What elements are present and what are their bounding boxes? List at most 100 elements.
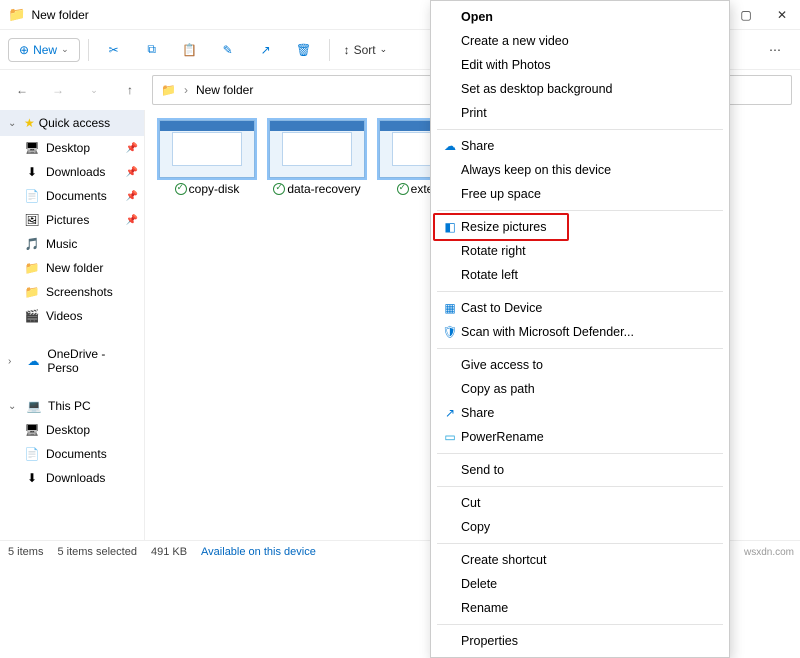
sidebar-item-music[interactable]: 🎵 Music: [0, 232, 144, 256]
sidebar-item-label: Documents: [46, 447, 107, 461]
ctx-edit-photos[interactable]: Edit with Photos: [431, 53, 729, 77]
chevron-down-icon: ⌄: [8, 401, 20, 412]
forward-button[interactable]: →: [44, 76, 72, 104]
sidebar-item-label: Downloads: [46, 471, 105, 485]
ctx-cut[interactable]: Cut: [431, 491, 729, 515]
ctx-copy-path[interactable]: Copy as path: [431, 377, 729, 401]
cloud-icon: ☁: [439, 139, 461, 153]
new-button[interactable]: ⊕ New ⌄: [8, 38, 80, 62]
ctx-rotate-right[interactable]: Rotate right: [431, 239, 729, 263]
ctx-label: Rename: [461, 601, 711, 615]
sync-check-icon: [175, 183, 187, 195]
quick-access-header[interactable]: ⌄ ★ Quick access: [0, 110, 144, 136]
sidebar-item-label: Downloads: [46, 165, 105, 179]
status-size: 491 KB: [151, 546, 187, 558]
sidebar-item-pictures[interactable]: 🖼Pictures📌: [0, 208, 144, 232]
sidebar-item-label: Desktop: [46, 141, 90, 155]
ctx-open[interactable]: Open: [431, 5, 729, 29]
ctx-label: Free up space: [461, 187, 711, 201]
ctx-label: Delete: [461, 577, 711, 591]
ctx-create-video[interactable]: Create a new video: [431, 29, 729, 53]
ctx-resize-pictures[interactable]: ◧ Resize pictures: [431, 215, 729, 239]
ctx-delete[interactable]: Delete: [431, 572, 729, 596]
chevron-down-icon: ⌄: [8, 118, 20, 129]
videos-icon: 🎬: [24, 309, 40, 323]
ctx-properties[interactable]: Properties: [431, 629, 729, 653]
sidebar-item-pc-downloads[interactable]: ⬇ Downloads: [0, 466, 144, 490]
sidebar-item-newfolder[interactable]: 📁New folder: [0, 256, 144, 280]
star-icon: ★: [24, 116, 35, 130]
ctx-label: Cast to Device: [461, 301, 711, 315]
ctx-share-2[interactable]: ↗Share: [431, 401, 729, 425]
sidebar-item-downloads[interactable]: ⬇Downloads📌: [0, 160, 144, 184]
file-preview: [269, 120, 365, 178]
ctx-set-background[interactable]: Set as desktop background: [431, 77, 729, 101]
downloads-icon: ⬇: [24, 471, 40, 485]
file-thumb[interactable]: copy-disk: [157, 120, 257, 196]
watermark: wsxdn.com: [744, 547, 794, 558]
ctx-rotate-left[interactable]: Rotate left: [431, 263, 729, 287]
ctx-copy[interactable]: Copy: [431, 515, 729, 539]
rename-button[interactable]: ✎: [211, 36, 245, 64]
back-button[interactable]: ←: [8, 76, 36, 104]
ctx-cast[interactable]: ▦Cast to Device: [431, 296, 729, 320]
ctx-label: Rotate right: [461, 244, 711, 258]
delete-button[interactable]: 🗑: [287, 36, 321, 64]
recent-button[interactable]: ⌄: [80, 76, 108, 104]
ctx-print[interactable]: Print: [431, 101, 729, 125]
ctx-create-shortcut[interactable]: Create shortcut: [431, 548, 729, 572]
sidebar-item-screenshots[interactable]: 📁 Screenshots: [0, 280, 144, 304]
ctx-scan[interactable]: 🛡Scan with Microsoft Defender...: [431, 320, 729, 344]
ctx-label: Scan with Microsoft Defender...: [461, 325, 711, 339]
up-button[interactable]: ↑: [116, 76, 144, 104]
close-button[interactable]: ✕: [764, 0, 800, 30]
sidebar-item-onedrive[interactable]: ›☁OneDrive - Perso: [0, 342, 144, 380]
ctx-label: PowerRename: [461, 430, 711, 444]
music-icon: 🎵: [24, 237, 40, 251]
file-name: data-recovery: [287, 182, 360, 196]
sidebar-item-label: Screenshots: [46, 285, 113, 299]
chevron-down-icon: ⌄: [380, 44, 388, 55]
sidebar-item-label: Videos: [46, 309, 82, 323]
sidebar-item-label: Music: [46, 237, 77, 251]
pin-icon: 📌: [126, 215, 138, 226]
copy-button[interactable]: ⧉: [135, 36, 169, 64]
ctx-label: Copy: [461, 520, 711, 534]
new-label: New: [33, 43, 57, 57]
share-button[interactable]: ↗: [249, 36, 283, 64]
pc-icon: 💻: [26, 399, 42, 413]
file-preview: [159, 120, 255, 178]
ctx-give-access[interactable]: Give access to: [431, 353, 729, 377]
folder-icon: 📁: [24, 285, 40, 299]
ctx-powerrename[interactable]: ▭PowerRename: [431, 425, 729, 449]
ctx-label: Create shortcut: [461, 553, 711, 567]
cut-button[interactable]: ✂: [97, 36, 131, 64]
paste-button[interactable]: 📋: [173, 36, 207, 64]
ctx-share[interactable]: ☁Share: [431, 134, 729, 158]
sidebar-item-documents[interactable]: 📄Documents📌: [0, 184, 144, 208]
ctx-rename[interactable]: Rename: [431, 596, 729, 620]
documents-icon: 📄: [24, 189, 40, 203]
sidebar-item-pc-documents[interactable]: 📄Documents: [0, 442, 144, 466]
ctx-always-keep[interactable]: Always keep on this device: [431, 158, 729, 182]
maximize-button[interactable]: ▢: [728, 0, 764, 30]
cloud-icon: ☁: [26, 354, 42, 368]
ctx-label: Always keep on this device: [461, 163, 711, 177]
sort-button[interactable]: ↕ Sort ⌄: [338, 43, 394, 57]
sidebar-item-desktop[interactable]: 🖥Desktop📌: [0, 136, 144, 160]
more-button[interactable]: ⋯: [758, 36, 792, 64]
ctx-send-to[interactable]: Send to: [431, 458, 729, 482]
status-selected: 5 items selected: [57, 546, 136, 558]
sidebar-item-label: Pictures: [46, 213, 89, 227]
ctx-label: Create a new video: [461, 34, 711, 48]
sidebar-item-thispc[interactable]: ⌄💻This PC: [0, 394, 144, 418]
file-thumb[interactable]: data-recovery: [267, 120, 367, 196]
chevron-down-icon: ⌄: [61, 44, 69, 55]
desktop-icon: 🖥: [24, 141, 40, 155]
ctx-free-up[interactable]: Free up space: [431, 182, 729, 206]
sidebar-item-videos[interactable]: 🎬 Videos: [0, 304, 144, 328]
plus-icon: ⊕: [19, 43, 29, 57]
sidebar-item-pc-desktop[interactable]: 🖥Desktop: [0, 418, 144, 442]
file-name: copy-disk: [189, 182, 240, 196]
sidebar-item-label: Desktop: [46, 423, 90, 437]
